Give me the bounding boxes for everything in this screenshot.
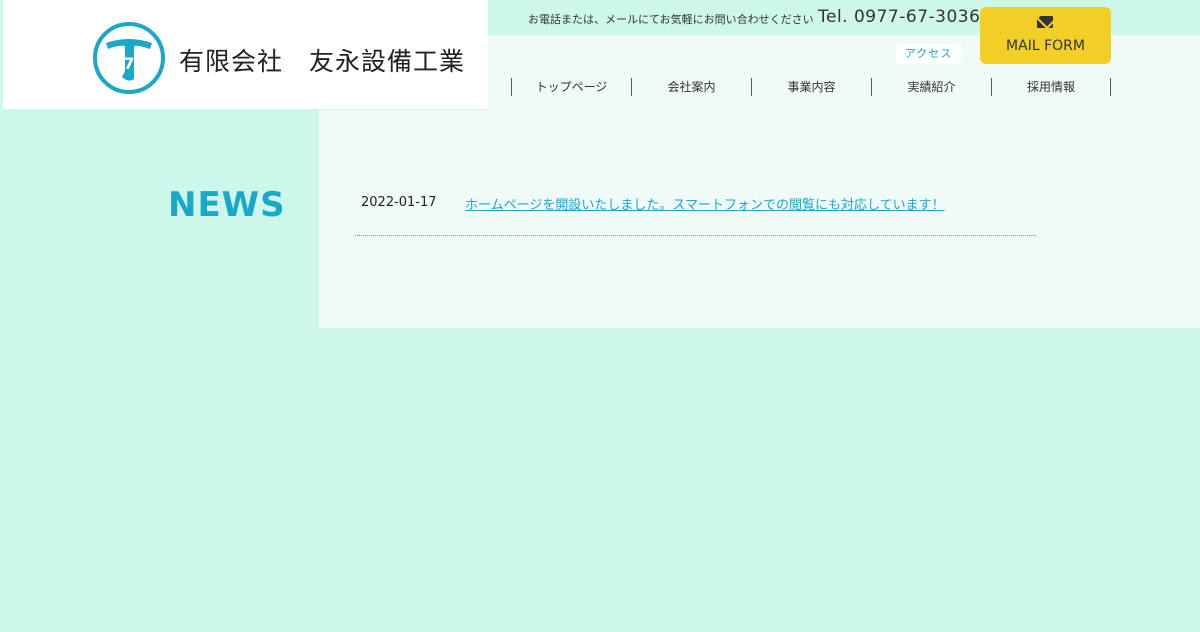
company-logo-icon: 7 xyxy=(93,22,165,94)
news-heading: NEWS xyxy=(168,185,286,225)
envelope-icon xyxy=(1037,16,1053,28)
news-divider xyxy=(355,235,1036,236)
news-panel xyxy=(319,110,1200,328)
nav-item-business[interactable]: 事業内容 xyxy=(751,78,871,96)
news-date: 2022-01-17 xyxy=(361,195,437,210)
main-nav: トップページ 会社案内 事業内容 実績紹介 採用情報 xyxy=(511,78,1111,96)
nav-item-recruit[interactable]: 採用情報 xyxy=(991,78,1111,96)
nav-item-top[interactable]: トップページ xyxy=(511,78,631,96)
nav-item-works[interactable]: 実績紹介 xyxy=(871,78,991,96)
access-link[interactable]: アクセス xyxy=(896,44,961,64)
contact-text: お電話または、メールにてお気軽にお問い合わせください xyxy=(528,13,814,26)
phone-number[interactable]: Tel. 0977-67-3036 xyxy=(818,7,980,27)
company-name: 有限会社 友永設備工業 xyxy=(179,47,466,76)
mail-form-button[interactable]: MAIL FORM xyxy=(980,7,1111,64)
nav-item-company[interactable]: 会社案内 xyxy=(631,78,751,96)
logo-area[interactable]: 7 有限会社 友永設備工業 xyxy=(3,0,488,109)
logo-mark-sub: 7 xyxy=(123,54,134,73)
news-item-link[interactable]: ホームページを開設いたしました。スマートフォンでの閲覧にも対応しています！ xyxy=(465,194,945,213)
mail-form-label: MAIL FORM xyxy=(1006,38,1085,54)
